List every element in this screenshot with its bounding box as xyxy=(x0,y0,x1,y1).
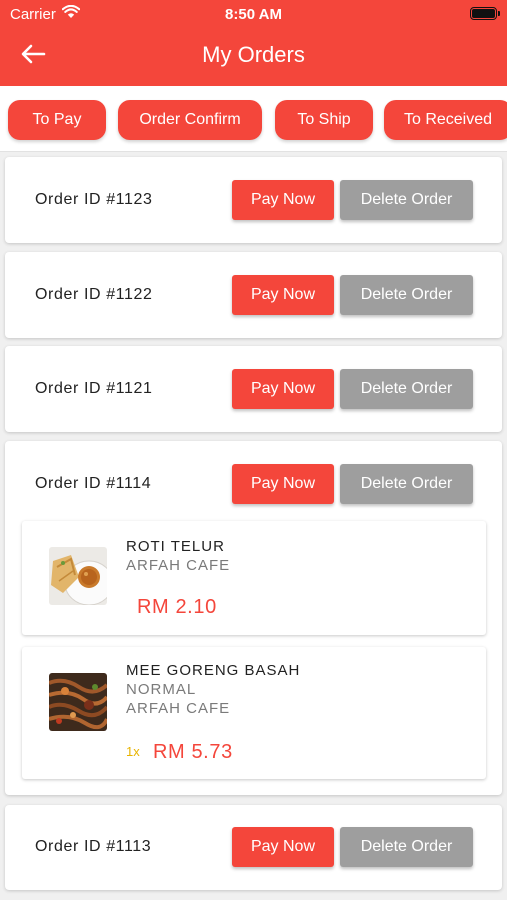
status-bar: Carrier 8:50 AM xyxy=(0,0,507,28)
order-status-tabs: To Pay Order Confirm To Ship To Received xyxy=(0,86,507,152)
tab-to-pay[interactable]: To Pay xyxy=(8,100,106,140)
delete-order-button[interactable]: Delete Order xyxy=(340,464,473,504)
battery-icon xyxy=(470,7,500,20)
item-variant: NORMAL xyxy=(126,681,197,698)
food-image xyxy=(49,673,107,731)
food-image xyxy=(49,547,107,605)
delete-order-button[interactable]: Delete Order xyxy=(340,275,473,315)
page-title: My Orders xyxy=(202,42,305,67)
pay-now-button[interactable]: Pay Now xyxy=(232,275,334,315)
order-item[interactable]: ROTI TELUR ARFAH CAFE RM 2.10 xyxy=(22,521,486,635)
delete-order-button[interactable]: Delete Order xyxy=(340,369,473,409)
item-vendor: ARFAH CAFE xyxy=(126,700,231,717)
order-card: Order ID #1122 Pay Now Delete Order xyxy=(5,252,502,338)
item-price: RM 5.73 xyxy=(153,741,233,763)
order-id-label: Order ID #1122 xyxy=(35,286,153,303)
item-price: RM 2.10 xyxy=(137,596,217,618)
pay-now-button[interactable]: Pay Now xyxy=(232,369,334,409)
app-header: Carrier 8:50 AM My Orders xyxy=(0,0,507,86)
tab-to-received[interactable]: To Received xyxy=(384,100,507,140)
delete-order-button[interactable]: Delete Order xyxy=(340,827,473,867)
pay-now-button[interactable]: Pay Now xyxy=(232,464,334,504)
order-id-label: Order ID #1123 xyxy=(35,191,153,208)
item-quantity: 1x xyxy=(126,744,140,759)
tab-to-ship[interactable]: To Ship xyxy=(275,100,373,140)
item-name: ROTI TELUR xyxy=(126,538,225,555)
status-time: 8:50 AM xyxy=(225,6,282,23)
tab-order-confirm[interactable]: Order Confirm xyxy=(118,100,262,140)
pay-now-button[interactable]: Pay Now xyxy=(232,180,334,220)
order-card: Order ID #1113 Pay Now Delete Order xyxy=(5,805,502,890)
order-id-label: Order ID #1121 xyxy=(35,380,153,397)
order-card: Order ID #1114 Pay Now Delete Order ROTI… xyxy=(5,441,502,795)
order-card: Order ID #1121 Pay Now Delete Order xyxy=(5,346,502,432)
item-vendor: ARFAH CAFE xyxy=(126,557,231,574)
delete-order-button[interactable]: Delete Order xyxy=(340,180,473,220)
order-id-label: Order ID #1114 xyxy=(35,475,152,492)
order-item[interactable]: MEE GORENG BASAH NORMAL ARFAH CAFE 1x RM… xyxy=(22,647,486,779)
order-card: Order ID #1123 Pay Now Delete Order xyxy=(5,157,502,243)
order-id-label: Order ID #1113 xyxy=(35,838,152,855)
pay-now-button[interactable]: Pay Now xyxy=(232,827,334,867)
item-name: MEE GORENG BASAH xyxy=(126,662,301,679)
